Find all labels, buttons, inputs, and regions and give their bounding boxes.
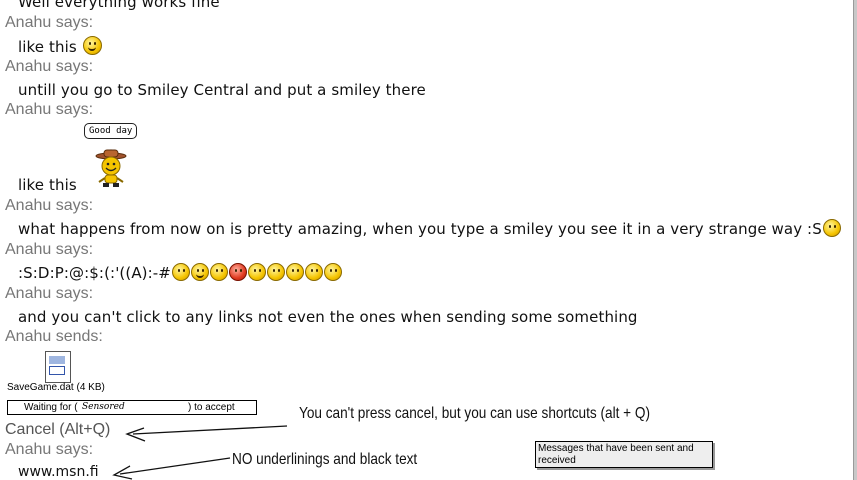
annotation-arrows <box>112 425 288 480</box>
tooltip: Messages that have been sent and receive… <box>535 441 713 468</box>
arrow-icon <box>112 425 288 480</box>
